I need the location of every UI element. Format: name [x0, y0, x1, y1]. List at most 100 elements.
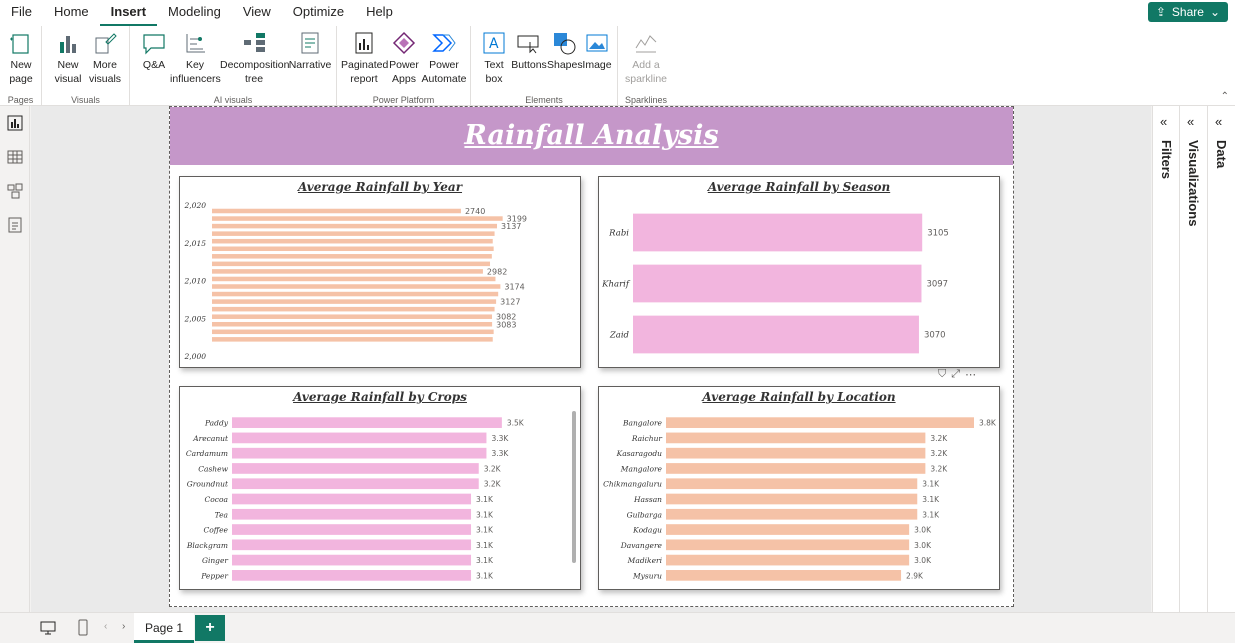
- table-view-icon[interactable]: [7, 149, 23, 165]
- visualizations-pane[interactable]: « Visualizations: [1179, 106, 1207, 612]
- buttons-button[interactable]: Buttons: [511, 30, 547, 72]
- bar-data-label: 3.2K: [484, 480, 502, 489]
- bar-category-label: Chikmangaluru: [603, 480, 662, 489]
- bar-data-label: 3.1K: [476, 541, 494, 550]
- bar: [666, 539, 910, 551]
- model-view-icon[interactable]: [7, 183, 23, 199]
- paginated-report-icon: [355, 32, 373, 54]
- bar-category-label: Madikeri: [627, 556, 663, 565]
- menu-optimize[interactable]: Optimize: [282, 0, 355, 26]
- collapse-ribbon-icon[interactable]: ⌃: [1221, 91, 1229, 102]
- bar: [666, 508, 918, 520]
- new-page-button[interactable]: New page: [4, 30, 38, 86]
- bar: [232, 493, 472, 505]
- bar-category-label: Cocoa: [205, 495, 228, 504]
- filter-icon[interactable]: ⛉: [938, 368, 946, 381]
- menu-home[interactable]: Home: [43, 0, 100, 26]
- menu-file[interactable]: File: [0, 0, 43, 26]
- crops-scrollbar[interactable]: [572, 411, 576, 563]
- chart-rainfall-by-crops[interactable]: Average Rainfall by Crops Paddy 3.5K Areca…: [179, 386, 581, 590]
- bar-category-label: Kasaragodu: [616, 449, 663, 458]
- bar: [212, 238, 493, 244]
- next-page-icon[interactable]: ›: [122, 621, 125, 632]
- bar: [666, 478, 918, 490]
- qa-button[interactable]: Q&A: [140, 30, 168, 72]
- sparklines-group-label: Sparklines: [624, 95, 668, 105]
- bar: [232, 539, 472, 551]
- bar-data-label: 2740: [465, 207, 485, 216]
- bar-category-label: Davangere: [620, 541, 663, 550]
- menu-modeling[interactable]: Modeling: [157, 0, 232, 26]
- previous-page-icon[interactable]: ‹: [104, 621, 107, 632]
- bar-data-label: 3083: [496, 320, 516, 329]
- power-apps-button[interactable]: Power Apps: [389, 30, 419, 86]
- focus-mode-icon[interactable]: ⤢: [951, 368, 960, 381]
- bar-category-label: Blackgram: [186, 541, 228, 550]
- text-box-button[interactable]: A Text box: [479, 30, 509, 86]
- dax-query-view-icon[interactable]: [7, 217, 23, 233]
- decomposition-tree-button[interactable]: Decomposition tree: [220, 30, 289, 86]
- new-visual-icon: [60, 36, 76, 53]
- chart-rainfall-by-location[interactable]: Average Rainfall by Location Bangalore 3.…: [598, 386, 1000, 590]
- page-tab-1[interactable]: Page 1: [134, 613, 194, 643]
- bar: [212, 276, 496, 282]
- bar: [212, 291, 499, 297]
- add-sparkline-button[interactable]: Add a sparkline: [622, 30, 670, 86]
- desktop-layout-icon[interactable]: [40, 620, 56, 636]
- more-visuals-button[interactable]: More visuals: [88, 30, 122, 86]
- menu-insert[interactable]: Insert: [99, 0, 158, 26]
- chart-rainfall-by-year[interactable]: Average Rainfall by Year 2,020 2,015 2,010…: [179, 176, 581, 368]
- add-page-button[interactable]: +: [195, 615, 225, 641]
- bar-category-label: Rabi: [608, 229, 629, 239]
- bar-data-label: 3.1K: [922, 480, 940, 489]
- bar-category-label: Tea: [215, 510, 228, 519]
- bar: [232, 463, 479, 474]
- menu-bar: File Home Insert Modeling View Optimize …: [0, 0, 1235, 26]
- more-options-icon[interactable]: ⋯: [965, 368, 976, 381]
- power-automate-button[interactable]: Power Automate: [421, 30, 467, 86]
- bar-category-label: Mangalore: [620, 464, 663, 473]
- new-visual-button[interactable]: New visual: [54, 30, 82, 86]
- bar: [666, 493, 918, 505]
- power-automate-icon: [432, 34, 456, 52]
- expand-data-icon[interactable]: «: [1215, 114, 1222, 129]
- bar-data-label: 2.9K: [906, 571, 924, 580]
- bar: [212, 208, 461, 214]
- bar-data-label: 3.2K: [484, 464, 502, 473]
- report-title: Rainfall Analysis: [464, 120, 719, 151]
- shapes-icon: [554, 33, 576, 55]
- narrative-button[interactable]: Narrative: [288, 30, 332, 72]
- report-view-icon[interactable]: [7, 115, 23, 131]
- bar: [212, 269, 483, 274]
- shapes-button[interactable]: Shapes: [547, 30, 583, 72]
- bar-category-label: Bangalore: [622, 419, 663, 428]
- more-visuals-label: More visuals: [88, 59, 122, 85]
- bar: [232, 432, 487, 444]
- menu-view[interactable]: View: [232, 0, 282, 26]
- bar-category-label: Kodagu: [632, 526, 662, 535]
- bar: [666, 432, 926, 444]
- mobile-layout-icon[interactable]: [77, 619, 89, 637]
- data-pane[interactable]: « Data: [1207, 106, 1235, 612]
- expand-visualizations-icon[interactable]: «: [1187, 114, 1194, 129]
- key-influencers-button[interactable]: Key influencers: [170, 30, 221, 86]
- bar-data-label: 3.2K: [930, 449, 948, 458]
- narrative-label: Narrative: [288, 59, 332, 71]
- filters-pane[interactable]: « Filters: [1152, 106, 1179, 612]
- image-button[interactable]: Image: [581, 30, 613, 72]
- visualizations-pane-label: Visualizations: [1186, 140, 1201, 227]
- menu-help[interactable]: Help: [355, 0, 404, 26]
- bar-data-label: 3.8K: [979, 419, 997, 428]
- bar-category-label: Groundnut: [187, 480, 229, 489]
- chart-rainfall-by-season[interactable]: Average Rainfall by Season Rabi 3105 Khari…: [598, 176, 1000, 368]
- chart-year-svg: 2,0202,0152,0102,0052,000274031993137298…: [184, 201, 527, 361]
- bar: [633, 315, 919, 354]
- ribbon-group-power-platform: Paginated report Power Apps Power Automa…: [337, 26, 471, 106]
- bar-category-label: Coffee: [204, 526, 229, 535]
- bar: [666, 554, 910, 566]
- expand-filters-icon[interactable]: «: [1160, 114, 1167, 129]
- ribbon: New page Pages New visual More visuals V…: [0, 26, 1235, 106]
- report-page: Rainfall Analysis Average Rainfall by Ye…: [169, 106, 1014, 607]
- paginated-report-button[interactable]: Paginated report: [341, 30, 388, 86]
- share-button[interactable]: ⇪ Share ⌄: [1147, 2, 1228, 22]
